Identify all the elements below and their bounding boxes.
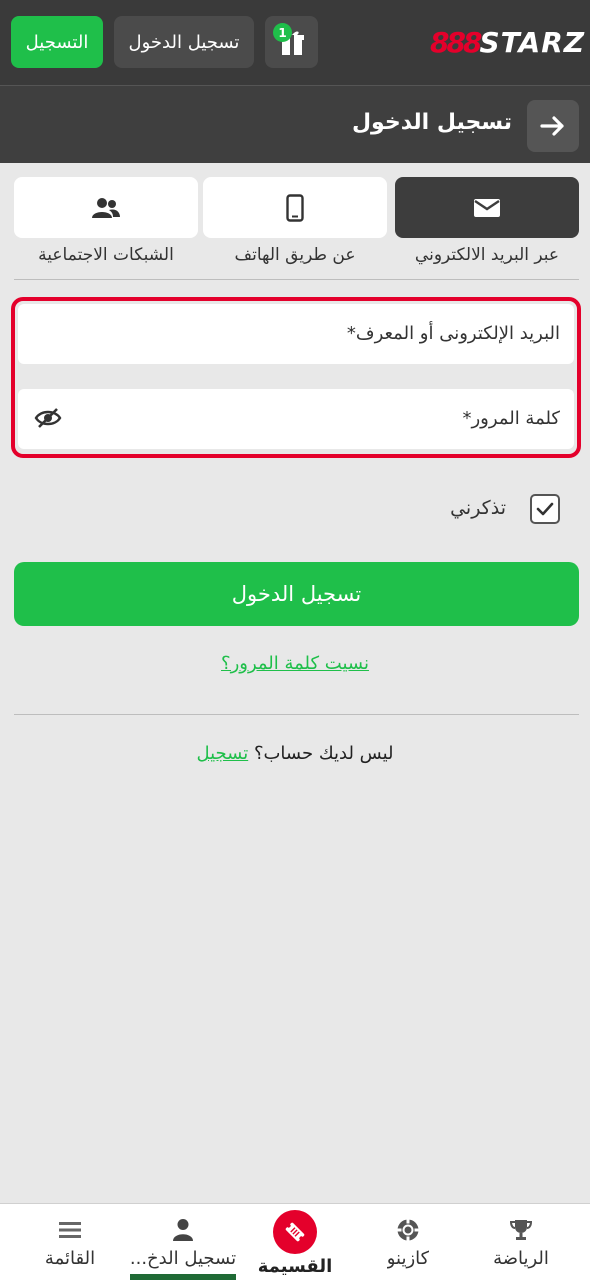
logo-number: 888 <box>430 25 482 59</box>
email-field-placeholder: البريد الإلكترونى أو المعرف* <box>346 323 560 344</box>
menu-icon <box>58 1218 82 1242</box>
nav-betslip[interactable]: القسيمة <box>236 1204 354 1280</box>
login-submit-button[interactable]: تسجيل الدخول <box>14 562 579 626</box>
tab-email[interactable] <box>395 177 579 238</box>
tab-phone-label: عن طريق الهاتف <box>234 245 356 265</box>
nav-casino[interactable]: كازينو <box>349 1204 467 1280</box>
phone-icon <box>286 193 304 222</box>
tab-social[interactable] <box>14 177 198 238</box>
nav-menu[interactable]: القائمة <box>11 1204 129 1280</box>
remember-label[interactable]: تذكرني <box>450 497 506 519</box>
envelope-icon <box>474 198 500 217</box>
nav-login-label: تسجيل الدخ... <box>129 1248 237 1269</box>
user-icon <box>172 1218 194 1242</box>
page-title: تسجيل الدخول <box>351 110 512 135</box>
nav-casino-label: كازينو <box>386 1248 430 1269</box>
page-header: تسجيل الدخول <box>0 85 590 163</box>
back-button[interactable] <box>527 100 579 152</box>
remember-checkbox[interactable] <box>530 494 560 524</box>
nav-betslip-label: القسيمة <box>257 1256 333 1277</box>
chip-icon <box>396 1218 420 1242</box>
email-field[interactable]: البريد الإلكترونى أو المعرف* <box>18 304 574 364</box>
divider <box>14 714 579 715</box>
ticket-icon <box>273 1210 317 1254</box>
check-icon <box>536 502 554 516</box>
nav-sports-label: الرياضة <box>493 1248 549 1269</box>
no-account-row: ليس لديك حساب؟ تسجيل <box>0 743 590 764</box>
divider <box>14 279 579 280</box>
register-button[interactable]: التسجيل <box>11 16 103 68</box>
credentials-form: البريد الإلكترونى أو المعرف* كلمة المرور… <box>11 297 581 458</box>
nav-active-indicator <box>130 1274 236 1280</box>
signup-link[interactable]: تسجيل <box>196 743 248 764</box>
gift-count-badge: 1 <box>273 23 292 42</box>
nav-login[interactable]: تسجيل الدخ... <box>124 1204 242 1280</box>
trophy-icon <box>509 1218 533 1242</box>
nav-sports[interactable]: الرياضة <box>462 1204 580 1280</box>
no-account-text: ليس لديك حساب؟ <box>253 743 394 764</box>
tab-email-label: عبر البريد الالكتروني <box>414 245 560 265</box>
top-header: التسجيل تسجيل الدخول 1 888 STARZ <box>0 0 590 85</box>
forgot-password-link[interactable]: نسيت كلمة المرور؟ <box>0 653 590 674</box>
eye-slash-icon[interactable] <box>34 407 62 429</box>
brand-logo[interactable]: 888 STARZ <box>430 25 584 59</box>
password-field-placeholder: كلمة المرور* <box>462 408 560 429</box>
login-button-header[interactable]: تسجيل الدخول <box>114 16 254 68</box>
tab-social-label: الشبكات الاجتماعية <box>38 245 174 265</box>
nav-menu-label: القائمة <box>44 1248 96 1269</box>
arrow-right-icon <box>540 116 564 136</box>
password-field[interactable]: كلمة المرور* <box>18 389 574 449</box>
bottom-navigation: الرياضة كازينو القسيمة تسجيل الدخ... الق… <box>0 1203 590 1280</box>
gift-button[interactable]: 1 <box>265 16 318 68</box>
logo-text: STARZ <box>479 25 586 59</box>
users-icon <box>92 197 120 218</box>
tab-phone[interactable] <box>203 177 387 238</box>
